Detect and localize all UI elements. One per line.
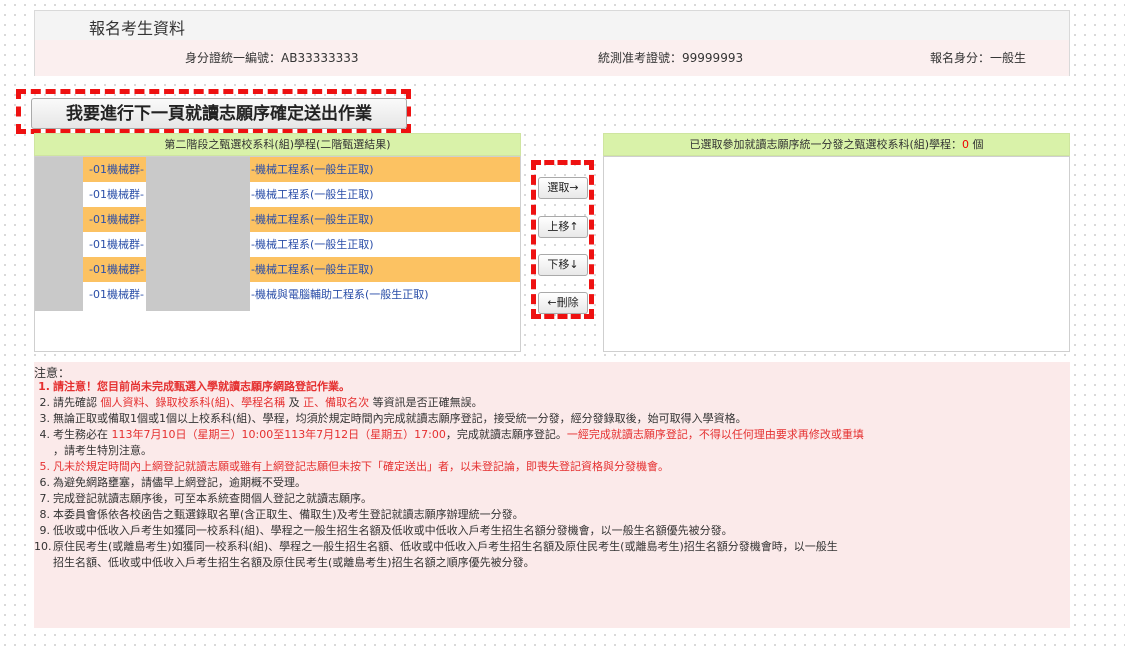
note-3: 3. 無論正取或備取1個或1個以上校系科(組)、學程，均須於規定時間內完成就讀志願… xyxy=(39,412,747,425)
note-10-continued: 招生名額、低收或中低收入戶考生招生名額及原住民考生(或離島考生)招生名額之順序優… xyxy=(53,556,535,569)
candidate-list-heading: 第二階段之甄選校系科(組)學程(二階甄選結果) xyxy=(34,133,521,156)
note-4: 4. 考生務必在 113年7月10日（星期三）10:00至113年7月12日（星期… xyxy=(39,428,864,441)
applicant-info-title: 報名考生資料 xyxy=(89,19,186,38)
candidate-department: -機械工程系(一般生正取) xyxy=(251,238,374,251)
applicant-info-title-bar: 報名考生資料 xyxy=(35,11,1069,41)
note-1: 1. 請注意！您目前尚未完成甄選入學就讀志願序網路登記作業。 xyxy=(38,380,350,393)
notes-panel: 注意： 1. 請注意！您目前尚未完成甄選入學就讀志願序網路登記作業。 2. 請先確認… xyxy=(34,362,1070,628)
note-2: 2. 請先確認 個人資料、錄取校系科(組)、學程名稱 及 正、備取名次 等資訊是否… xyxy=(39,396,483,409)
candidate-group: -01機械群- xyxy=(89,213,144,226)
applicant-info-row: 身分證統一編號：AB33333333 統測准考證號：99999993 報名身分：… xyxy=(35,40,1069,76)
candidate-row[interactable]: -01機械群- -機械與電腦輔助工程系(一般生正取) xyxy=(35,282,520,307)
candidate-group: -01機械群- xyxy=(89,263,144,276)
id-number-label: 身分證統一編號： xyxy=(185,51,282,65)
candidate-row[interactable]: -01機械群- -機械工程系(一般生正取) xyxy=(35,257,520,282)
applicant-status-value: 一般生 xyxy=(990,51,1027,65)
next-step-button[interactable]: 我要進行下一頁就讀志願序確定送出作業 xyxy=(31,98,407,129)
applicant-info-card: 報名考生資料 身分證統一編號：AB33333333 統測准考證號：9999999… xyxy=(34,10,1070,76)
exam-number-value: 99999993 xyxy=(682,51,744,65)
id-number-value: AB33333333 xyxy=(281,51,359,65)
candidate-department: -機械工程系(一般生正取) xyxy=(251,263,374,276)
exam-number-label: 統測准考證號： xyxy=(598,51,683,65)
candidate-row[interactable]: -01機械群- -機械工程系(一般生正取) xyxy=(35,182,520,207)
applicant-status-label: 報名身分： xyxy=(930,51,991,65)
note-9: 9. 低收或中低收入戶考生如獲同一校系科(組)、學程之一般生招生名額及低收或中低收… xyxy=(39,524,733,537)
selected-list-heading-text: 已選取參加就讀志願序統一分發之甄選校系科(組)學程： xyxy=(689,138,963,151)
selected-count: 0 xyxy=(962,138,970,151)
candidate-list[interactable]: -01機械群- -機械工程系(一般生正取) -01機械群- -機械工程系(一般生正取… xyxy=(34,156,521,352)
note-10: 10. 原住民考生(或離島考生)如獲同一校系科(組)、學程之一般生招生名額、低收或… xyxy=(34,540,838,553)
selected-list-heading: 已選取參加就讀志願序統一分發之甄選校系科(組)學程：0 個 xyxy=(603,133,1070,156)
move-down-button[interactable]: 下移↓ xyxy=(538,254,588,276)
candidate-group: -01機械群- xyxy=(89,238,144,251)
applicant-status: 報名身分：一般生 xyxy=(930,49,1026,66)
candidate-group: -01機械群- xyxy=(89,188,144,201)
note-8: 8. 本委員會係依各校函告之甄選錄取名單(含正取生、備取生)及考生登記就讀志願序辦… xyxy=(39,508,524,521)
exam-number: 統測准考證號：99999993 xyxy=(598,49,743,66)
selected-count-unit: 個 xyxy=(969,138,984,151)
selected-list[interactable] xyxy=(603,156,1070,352)
select-button[interactable]: 選取→ xyxy=(538,177,588,199)
note-4-continued: ，請考生特別注意。 xyxy=(53,444,152,457)
candidate-row[interactable]: -01機械群- -機械工程系(一般生正取) xyxy=(35,207,520,232)
note-5: 5. 凡未於規定時間內上網登記就讀志願或雖有上網登記志願但未按下「確定送出」者，以… xyxy=(39,460,670,473)
candidate-group: -01機械群- xyxy=(89,163,144,176)
note-7: 7. 完成登記就讀志願序後，可至本系統查閱個人登記之就讀志願序。 xyxy=(39,492,373,505)
candidate-department: -機械工程系(一般生正取) xyxy=(251,188,374,201)
move-up-button[interactable]: 上移↑ xyxy=(538,216,588,238)
candidate-department: -機械工程系(一般生正取) xyxy=(251,213,374,226)
candidate-row[interactable]: -01機械群- -機械工程系(一般生正取) xyxy=(35,232,520,257)
redacted-school-code xyxy=(35,157,83,311)
candidate-group: -01機械群- xyxy=(89,288,144,301)
candidate-department: -機械與電腦輔助工程系(一般生正取) xyxy=(251,288,429,301)
delete-button[interactable]: ←刪除 xyxy=(538,292,588,314)
note-6: 6. 為避免網路壅塞，請儘早上網登記，逾期概不受理。 xyxy=(39,476,307,489)
candidate-row[interactable]: -01機械群- -機械工程系(一般生正取) xyxy=(35,157,520,182)
redacted-school-name xyxy=(146,157,250,311)
id-number: 身分證統一編號：AB33333333 xyxy=(185,49,359,66)
candidate-department: -機械工程系(一般生正取) xyxy=(251,163,374,176)
